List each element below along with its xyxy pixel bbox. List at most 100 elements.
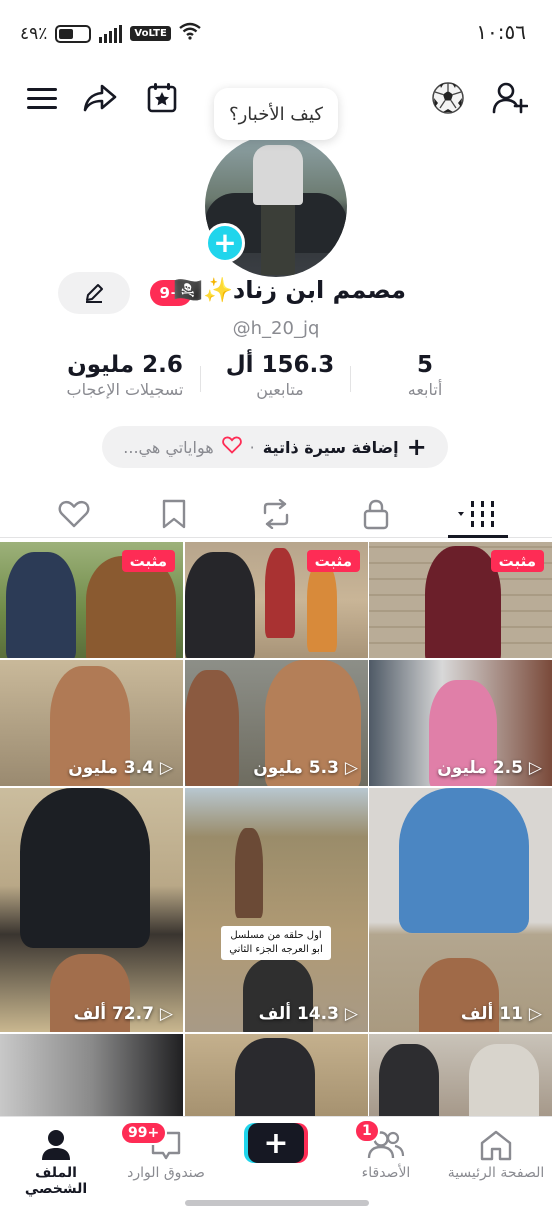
tab-videos[interactable]: [452, 496, 506, 532]
bio-pill[interactable]: + إضافة سيرة ذاتية · هواياتي هي...: [102, 426, 448, 468]
thumb-figure: [235, 828, 263, 918]
display-name: مصمم ابن زناد✨🏴‍☠️: [173, 276, 406, 304]
heart-outline-icon: [221, 436, 242, 458]
nav-profile-label: الملف الشخصي: [24, 1165, 88, 1197]
thumb-figure: [399, 788, 529, 933]
add-bio-plus-icon: +: [406, 433, 427, 461]
avatar-container[interactable]: +: [205, 135, 347, 277]
status-bar: ٤٩٪ VoLTE ١٠:٥٦: [0, 0, 552, 66]
video-thumb[interactable]: ▷ 11 ألف: [369, 788, 552, 1032]
thumb-figure: [6, 552, 76, 658]
play-icon: ▷: [159, 758, 173, 778]
video-thumb[interactable]: مثبت: [185, 542, 368, 658]
video-thumb[interactable]: مثبت: [369, 542, 552, 658]
video-thumb[interactable]: ▷ 3.4 مليون: [0, 660, 183, 786]
video-thumb[interactable]: مثبت: [0, 542, 183, 658]
pinned-badge: مثبت: [490, 550, 544, 572]
play-icon: ▷: [528, 1004, 542, 1024]
stat-likes[interactable]: 2.6 مليون تسجيلات الإعجاب: [50, 352, 200, 399]
pinned-badge: مثبت: [306, 550, 360, 572]
views-count: ▷ 5.3 مليون: [253, 758, 358, 778]
soccer-ball-icon[interactable]: [428, 76, 468, 120]
share-icon[interactable]: [80, 76, 120, 120]
thumb-figure: [379, 1044, 439, 1116]
avatar-person: [253, 145, 303, 205]
thumb-figure: [307, 562, 337, 652]
following-count: 5: [416, 352, 433, 378]
followers-count: 156.3 أل: [225, 352, 335, 378]
repost-icon: [263, 499, 289, 529]
menu-icon[interactable]: [22, 76, 62, 120]
pencil-icon: [86, 284, 103, 303]
status-bubble[interactable]: كيف الأخبار؟: [214, 88, 338, 140]
grid-videos-icon: [458, 501, 494, 527]
video-thumb[interactable]: ▷ 2.5 مليون: [369, 660, 552, 786]
play-icon: ▷: [159, 1004, 173, 1024]
friends-icon: 1: [336, 1119, 436, 1165]
tab-liked[interactable]: [54, 496, 94, 532]
battery-percent: ٤٩٪: [20, 23, 48, 44]
battery-icon: [55, 24, 92, 43]
views-count: ▷ 11 ألف: [460, 1004, 542, 1024]
name-row: 9+ مصمم ابن زناد✨🏴‍☠️: [0, 272, 552, 316]
thumb-figure: [425, 546, 501, 658]
inbox-icon: 99+: [116, 1121, 216, 1165]
friends-badge: 1: [354, 1119, 380, 1143]
views-count: ▷ 72.7 ألف: [73, 1004, 173, 1024]
tab-favorites[interactable]: [154, 496, 194, 532]
tab-private[interactable]: [356, 496, 396, 532]
thumb-figure: [469, 1044, 539, 1116]
edit-profile-button[interactable]: [58, 272, 130, 314]
thumb-figure: [20, 788, 150, 948]
stat-followers[interactable]: 156.3 أل متابعين: [210, 352, 350, 399]
calendar-star-icon[interactable]: [142, 76, 182, 120]
username-handle: @h_20_jq: [232, 318, 320, 339]
inbox-badge: 99+: [120, 1121, 168, 1145]
lock-icon: [363, 499, 389, 530]
nav-home-label: الصفحة الرئيسية: [447, 1165, 545, 1181]
home-indicator[interactable]: [185, 1200, 369, 1206]
views-count: ▷ 2.5 مليون: [437, 758, 542, 778]
thumb-figure: [185, 670, 239, 786]
video-grid: مثبت مثبت مثبت ▷ 3.4 مليون ▷ 5.3 مليون ▷ 2.…: [0, 542, 552, 1116]
thumb-figure: [235, 1038, 315, 1116]
stat-divider: [200, 366, 201, 392]
bookmark-icon: [162, 499, 186, 529]
views-count: ▷ 14.3 ألف: [258, 1004, 358, 1024]
status-time: ١٠:٥٦: [476, 20, 526, 44]
create-plus-icon: +: [248, 1123, 304, 1163]
nav-friends-label: الأصدقاء: [361, 1165, 411, 1181]
nav-profile[interactable]: الملف الشخصي: [6, 1125, 106, 1197]
video-thumb[interactable]: [0, 1034, 183, 1116]
home-icon: [446, 1125, 546, 1165]
play-icon: ▷: [344, 1004, 358, 1024]
add-story-plus-icon[interactable]: +: [205, 223, 245, 263]
video-thumb[interactable]: [185, 1034, 368, 1116]
nav-inbox[interactable]: 99+ صندوق الوارد: [116, 1121, 216, 1181]
active-tab-indicator: [448, 535, 508, 538]
avatar-legs: [261, 205, 295, 275]
stat-following[interactable]: 5 أتابعه: [380, 352, 470, 399]
thumb-figure: [185, 552, 255, 658]
pinned-badge: مثبت: [121, 550, 175, 572]
stats-row: 2.6 مليون تسجيلات الإعجاب 156.3 أل متابع…: [50, 352, 470, 412]
content-tabs: [0, 490, 552, 538]
tab-reposts[interactable]: [256, 496, 296, 532]
play-icon: ▷: [528, 758, 542, 778]
nav-friends[interactable]: 1 الأصدقاء: [336, 1119, 436, 1181]
video-thumb[interactable]: [369, 1034, 552, 1116]
hobbies-prompt[interactable]: هواياتي هي...: [123, 438, 213, 457]
likes-count: 2.6 مليون: [67, 352, 183, 378]
stat-divider: [350, 366, 351, 392]
video-thumb[interactable]: ▷ 5.3 مليون: [185, 660, 368, 786]
video-thumb[interactable]: اول حلقه من مسلسل ابو العرجه الجزء الثان…: [185, 788, 368, 1032]
create-button[interactable]: +: [244, 1123, 308, 1163]
thumb-figure: [265, 548, 295, 638]
video-thumb[interactable]: ▷ 72.7 ألف: [0, 788, 183, 1032]
bio-separator: ·: [249, 437, 255, 457]
person-filled-icon: [6, 1125, 106, 1165]
nav-home[interactable]: الصفحة الرئيسية: [446, 1125, 546, 1181]
thumb-bg: [0, 1034, 183, 1116]
add-friend-icon[interactable]: [490, 76, 530, 120]
add-bio-link[interactable]: إضافة سيرة ذاتية: [263, 438, 399, 457]
